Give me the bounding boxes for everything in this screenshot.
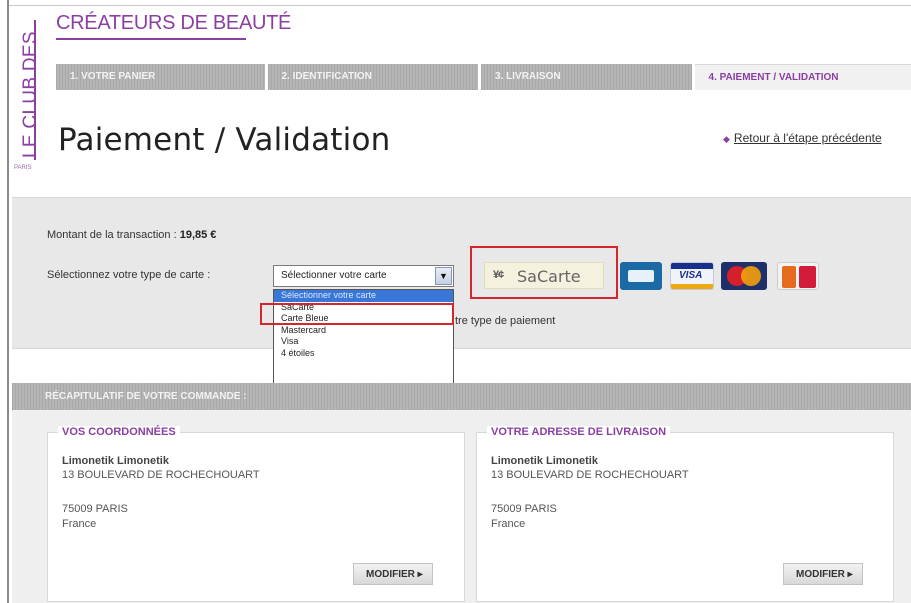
4-etoiles-left-icon <box>782 266 796 288</box>
shipping-street: 13 BOULEVARD DE ROCHECHOUART <box>491 469 689 481</box>
billing-city: 75009 PARIS <box>62 503 128 515</box>
mastercard-logo[interactable] <box>721 262 767 290</box>
dropdown-arrow-button[interactable]: ▼ <box>435 267 452 285</box>
transaction-amount: Montant de la transaction : 19,85 € <box>47 229 216 241</box>
step-identification[interactable]: 2. IDENTIFICATION <box>267 64 479 90</box>
4-etoiles-logo[interactable] <box>777 262 819 290</box>
step-payment-current: 4. PAIEMENT / VALIDATION <box>694 64 911 90</box>
mastercard-orange-circle <box>741 266 761 286</box>
billing-address-box: VOS COORDONNÉES Limonetik Limonetik 13 B… <box>47 426 465 602</box>
bullet-icon: ◆ <box>723 134 730 144</box>
modify-shipping-button[interactable]: MODIFIER ▸ <box>783 563 863 585</box>
shipping-city: 75009 PARIS <box>491 503 557 515</box>
shipping-name: Limonetik Limonetik <box>491 455 598 467</box>
step-cart[interactable]: 1. VOTRE PANIER <box>56 64 265 90</box>
billing-name: Limonetik Limonetik <box>62 455 169 467</box>
window-top-edge <box>0 0 911 6</box>
sacarte-option-highlight <box>260 303 454 325</box>
option-4-etoiles[interactable]: 4 étoiles <box>274 348 453 360</box>
shipping-legend: VOTRE ADRESSE DE LIVRAISON <box>487 426 671 438</box>
chevron-down-icon: ▼ <box>439 271 448 281</box>
sacarte-highlight: ¥¢ SaCarte <box>470 246 618 299</box>
4-etoiles-right-icon <box>799 266 816 288</box>
back-link-label: Retour à l'étape précédente <box>733 131 882 145</box>
step-delivery[interactable]: 3. LIVRAISON <box>481 64 692 90</box>
amount-label: Montant de la transaction : <box>47 229 177 241</box>
option-visa[interactable]: Visa <box>274 336 453 348</box>
billing-country: France <box>62 518 97 530</box>
billing-street: 13 BOULEVARD DE ROCHECHOUART <box>62 469 260 481</box>
back-link[interactable]: ◆ Retour à l'étape précédente <box>723 131 882 145</box>
brand-logo-top-text: CRÉATEURS DE BEAUTÉ <box>56 12 292 34</box>
shipping-country: France <box>491 518 526 530</box>
order-recap-title: RÉCAPITULATIF DE VOTRE COMMANDE : <box>45 391 247 402</box>
sacarte-icon: ¥¢ <box>493 269 504 281</box>
visa-logo[interactable]: VISA <box>670 262 714 290</box>
modify-billing-button[interactable]: MODIFIER ▸ <box>353 563 433 585</box>
visa-band-bottom <box>671 284 713 289</box>
brand-logo-underline <box>56 38 246 40</box>
brand-logo-rule <box>34 20 36 160</box>
visa-band-top <box>671 263 713 269</box>
checkout-steps: 1. VOTRE PANIER 2. IDENTIFICATION 3. LIV… <box>56 64 911 90</box>
page-title: Paiement / Validation <box>58 122 391 158</box>
shipping-address-box: VOTRE ADRESSE DE LIVRAISON Limonetik Lim… <box>476 426 894 602</box>
sacarte-logo-text: SaCarte <box>517 267 581 286</box>
carte-bleue-logo[interactable] <box>620 262 662 290</box>
window-left-edge <box>0 0 9 603</box>
billing-legend: VOS COORDONNÉES <box>58 426 180 438</box>
cb-card-icon <box>628 270 654 282</box>
brand-logo-city: PARIS <box>14 165 32 171</box>
card-type-label: Sélectionnez votre type de carte : <box>47 269 211 281</box>
sacarte-logo[interactable]: ¥¢ SaCarte <box>484 262 604 289</box>
card-type-select[interactable]: Sélectionner votre carte ▼ <box>273 265 454 287</box>
amount-value: 19,85 € <box>179 229 217 241</box>
option-mastercard[interactable]: Mastercard <box>274 325 453 337</box>
visa-logo-text: VISA <box>679 270 703 281</box>
payment-type-hint: tre type de paiement <box>455 315 556 327</box>
option-select-card[interactable]: Sélectionner votre carte <box>274 290 453 302</box>
order-recap-header: RÉCAPITULATIF DE VOTRE COMMANDE : <box>12 383 911 410</box>
brand-logo-vertical-text: LE CLUB DES <box>20 31 41 158</box>
card-type-select-value: Sélectionner votre carte <box>281 270 387 281</box>
